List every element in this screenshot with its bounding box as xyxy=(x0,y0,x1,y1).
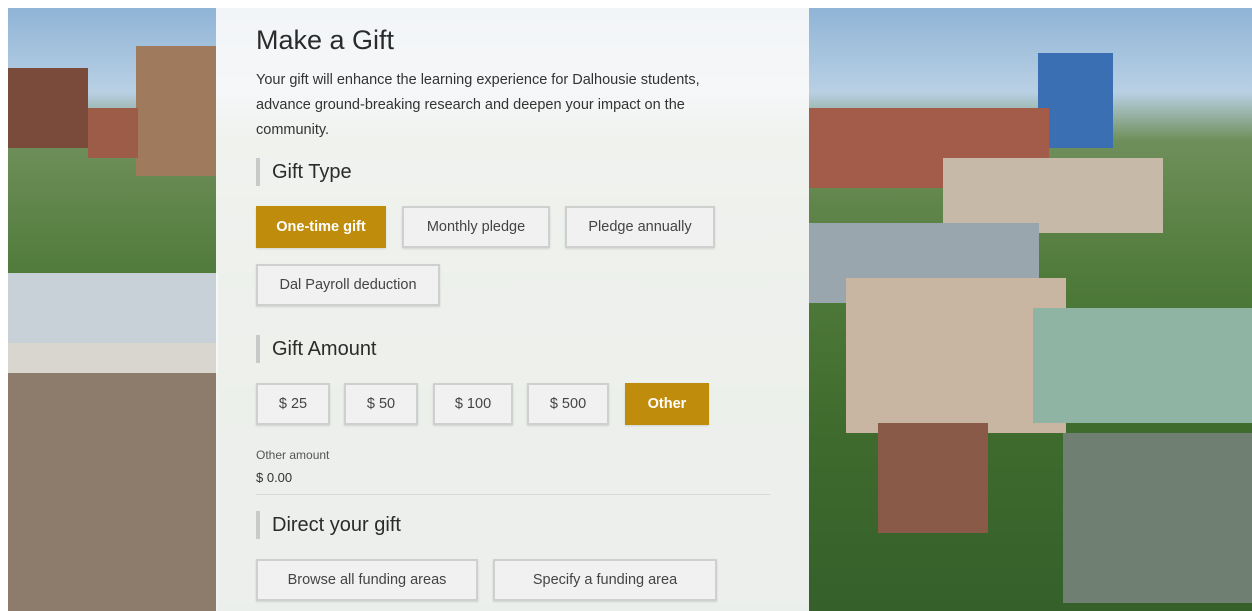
other-amount-input[interactable]: $ 0.00 xyxy=(256,470,292,485)
amount-500-button[interactable]: $ 500 xyxy=(527,383,609,425)
dal-payroll-deduction-button[interactable]: Dal Payroll deduction xyxy=(256,264,440,306)
amount-50-button[interactable]: $ 50 xyxy=(344,383,418,425)
browse-funding-areas-button[interactable]: Browse all funding areas xyxy=(256,559,478,601)
amount-other-button[interactable]: Other xyxy=(625,383,709,425)
amount-100-button[interactable]: $ 100 xyxy=(433,383,513,425)
specify-funding-area-button[interactable]: Specify a funding area xyxy=(493,559,717,601)
gift-type-heading: Gift Type xyxy=(256,158,352,186)
direct-gift-heading: Direct your gift xyxy=(256,511,401,539)
page-title: Make a Gift xyxy=(256,25,395,55)
monthly-pledge-button[interactable]: Monthly pledge xyxy=(402,206,550,248)
gift-amount-heading: Gift Amount xyxy=(256,335,377,363)
other-amount-label: Other amount xyxy=(256,448,330,462)
amount-25-button[interactable]: $ 25 xyxy=(256,383,330,425)
section-divider xyxy=(256,494,770,495)
one-time-gift-button[interactable]: One-time gift xyxy=(256,206,386,248)
pledge-annually-button[interactable]: Pledge annually xyxy=(565,206,715,248)
intro-text: Your gift will enhance the learning expe… xyxy=(256,72,700,138)
